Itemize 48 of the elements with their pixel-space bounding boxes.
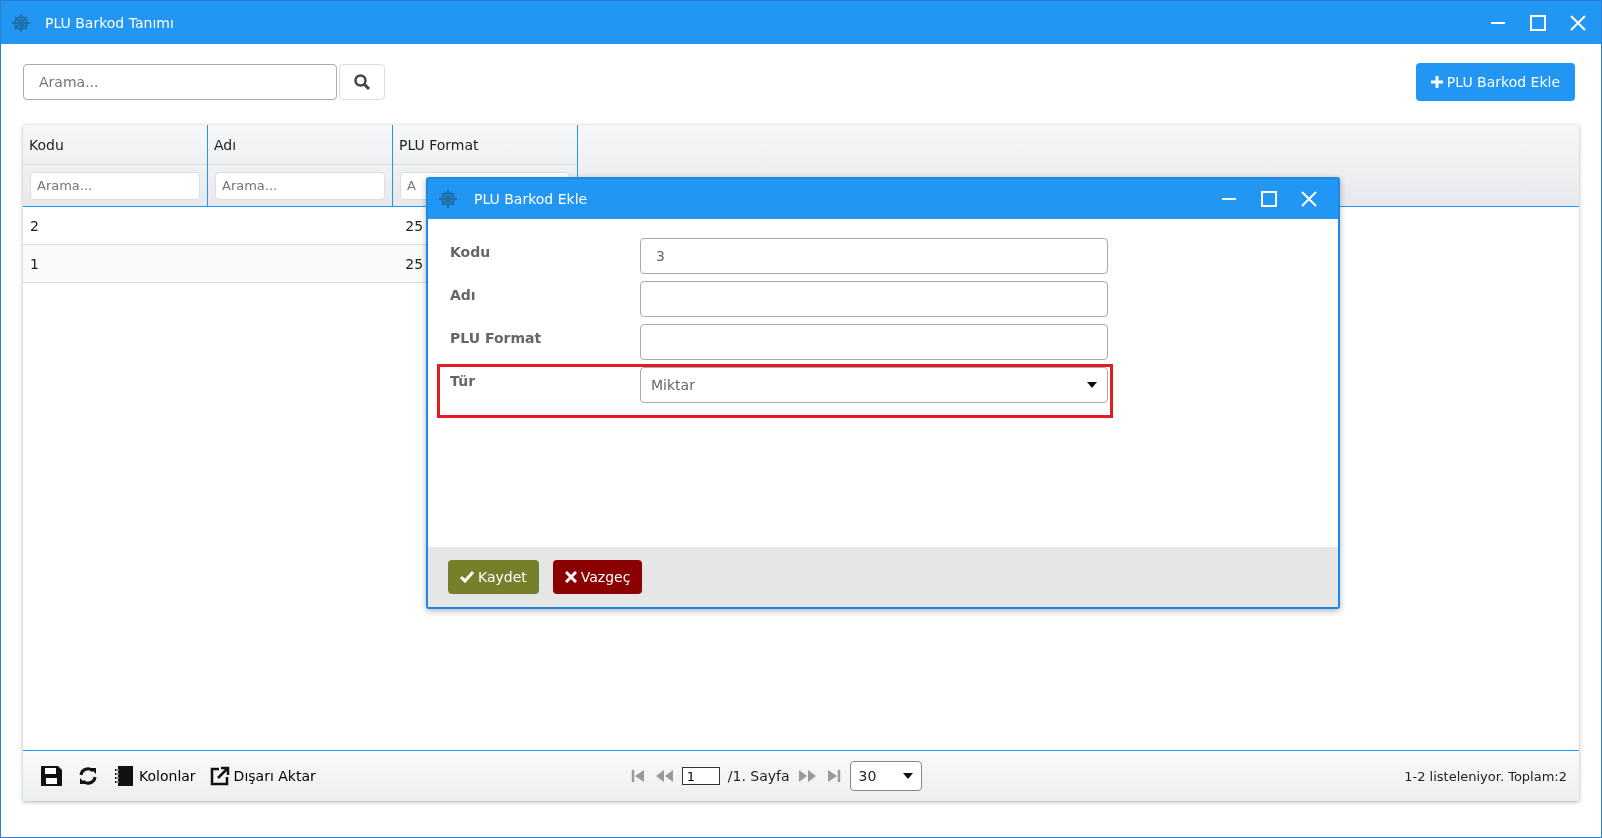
x-icon <box>564 571 577 583</box>
page-number-field[interactable]: 1 <box>681 767 720 785</box>
next-page-icon[interactable] <box>797 768 818 784</box>
table-cell: 25 <box>405 255 424 272</box>
field-label: Adı <box>450 286 477 303</box>
table-cell: 1 <box>30 255 39 272</box>
last-page-icon[interactable] <box>825 768 842 784</box>
caret-icon <box>902 773 913 779</box>
close-icon[interactable] <box>1300 190 1318 208</box>
field-label: PLU Format <box>450 329 543 346</box>
check-icon <box>460 571 474 583</box>
cancel-button[interactable]: Vazgeç <box>552 560 643 594</box>
helm-icon <box>438 189 458 209</box>
helm-icon <box>11 12 31 33</box>
field-label: Kodu <box>450 243 492 260</box>
search-field[interactable]: Arama... <box>23 64 337 100</box>
close-icon[interactable] <box>1569 13 1587 32</box>
search-button[interactable] <box>339 64 385 100</box>
input-field[interactable] <box>640 281 1108 317</box>
page-size-select[interactable]: 30 <box>849 761 922 791</box>
refresh-icon[interactable] <box>77 765 99 787</box>
column-header[interactable]: Kodu <box>29 136 64 153</box>
record-summary: 1-2 listeleniyor. Toplam:2 <box>1404 768 1567 784</box>
column-header[interactable]: Adı <box>214 136 237 153</box>
export-tool[interactable]: Dışarı Aktar <box>209 766 316 786</box>
input-field[interactable] <box>640 324 1108 360</box>
save-icon[interactable] <box>39 765 63 787</box>
plus-icon <box>1430 76 1443 88</box>
caret-icon <box>1087 382 1097 388</box>
page-label: /1. Sayfa <box>727 768 790 784</box>
maximize-icon[interactable] <box>1529 13 1547 32</box>
maximize-icon[interactable] <box>1260 190 1278 208</box>
table-cell: 2 <box>30 217 39 234</box>
input-field[interactable]: 3 <box>640 238 1108 274</box>
notebook-icon <box>113 765 135 787</box>
dialog-title: PLU Barkod Ekle <box>474 191 589 207</box>
export-icon <box>209 766 230 786</box>
columns-tool[interactable]: Kolonlar <box>113 765 196 787</box>
search-icon <box>353 73 371 91</box>
filter-field[interactable]: Arama... <box>215 171 385 200</box>
table-cell: 25 <box>405 217 424 234</box>
save-button[interactable]: Kaydet <box>448 560 539 594</box>
filter-field[interactable]: Arama... <box>30 171 200 200</box>
field-label: Tür <box>450 372 477 389</box>
select-field[interactable]: Miktar <box>640 367 1108 403</box>
window-title: PLU Barkod Tanımı <box>45 14 175 31</box>
first-page-icon[interactable] <box>629 768 646 784</box>
column-header[interactable]: PLU Format <box>399 136 479 153</box>
